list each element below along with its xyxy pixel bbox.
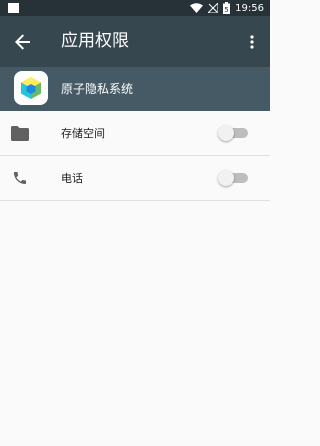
notification-icon <box>8 3 19 13</box>
phone-toggle[interactable] <box>218 170 250 186</box>
svg-text:5: 5 <box>224 6 228 14</box>
folder-icon <box>10 123 30 143</box>
no-signal-icon <box>208 3 219 13</box>
cube-logo-icon <box>21 77 41 99</box>
status-icons: 5 19:56 <box>190 0 264 16</box>
arrow-back-icon <box>15 34 30 50</box>
back-button[interactable] <box>10 29 36 55</box>
app-icon <box>14 71 48 105</box>
toggle-thumb <box>218 170 234 186</box>
overflow-menu-button[interactable] <box>242 29 262 55</box>
permission-list: 存储空间 电话 <box>0 111 270 201</box>
more-vert-icon <box>250 35 254 49</box>
phone-icon <box>10 168 30 188</box>
storage-toggle[interactable] <box>218 125 250 141</box>
status-bar: 5 19:56 <box>0 0 270 16</box>
page-title: 应用权限 <box>61 31 129 51</box>
app-header: 原子隐私系统 <box>0 67 270 111</box>
permission-label: 存储空间 <box>61 127 105 140</box>
permission-row-phone[interactable]: 电话 <box>0 156 270 201</box>
status-time: 19:56 <box>235 2 264 14</box>
permission-row-storage[interactable]: 存储空间 <box>0 111 270 156</box>
toggle-thumb <box>218 125 234 141</box>
app-name: 原子隐私系统 <box>61 82 134 96</box>
app-bar: 应用权限 <box>0 16 270 67</box>
wifi-icon <box>190 3 204 13</box>
battery-icon: 5 <box>223 2 231 14</box>
permission-label: 电话 <box>61 172 83 185</box>
